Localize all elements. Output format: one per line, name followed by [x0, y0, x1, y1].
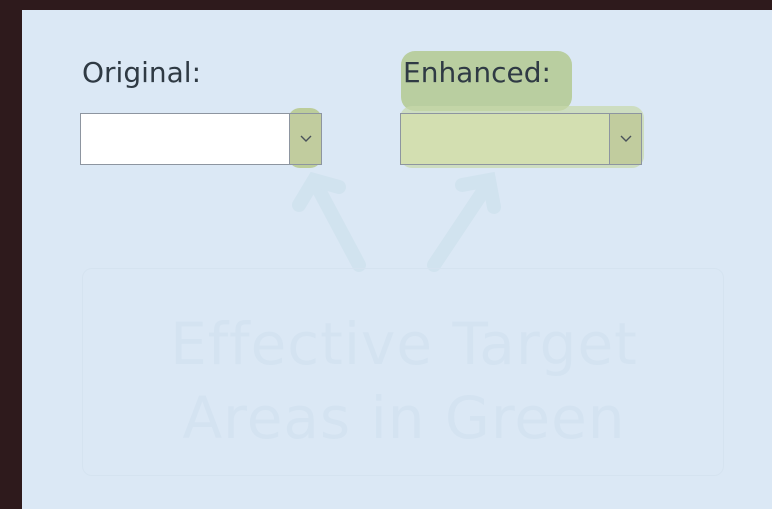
- pointer-arrows-icon: [292, 171, 501, 272]
- enhanced-label: Enhanced:: [403, 56, 551, 89]
- enhanced-select[interactable]: [400, 113, 642, 165]
- original-label: Original:: [82, 56, 201, 89]
- original-select[interactable]: [80, 113, 322, 165]
- app-window: { "labels": { "original": "Original:", "…: [0, 0, 772, 509]
- enhanced-dropdown-button[interactable]: [609, 114, 641, 164]
- watermark-text: Effective Target Areas in Green: [170, 310, 638, 452]
- options-panel: Original: Enhanced: Effective Target Are…: [22, 10, 772, 509]
- chevron-down-icon: [300, 135, 311, 142]
- watermark-box: Effective Target Areas in Green: [82, 268, 724, 476]
- original-dropdown-button[interactable]: [289, 114, 321, 164]
- chevron-down-icon: [620, 135, 631, 142]
